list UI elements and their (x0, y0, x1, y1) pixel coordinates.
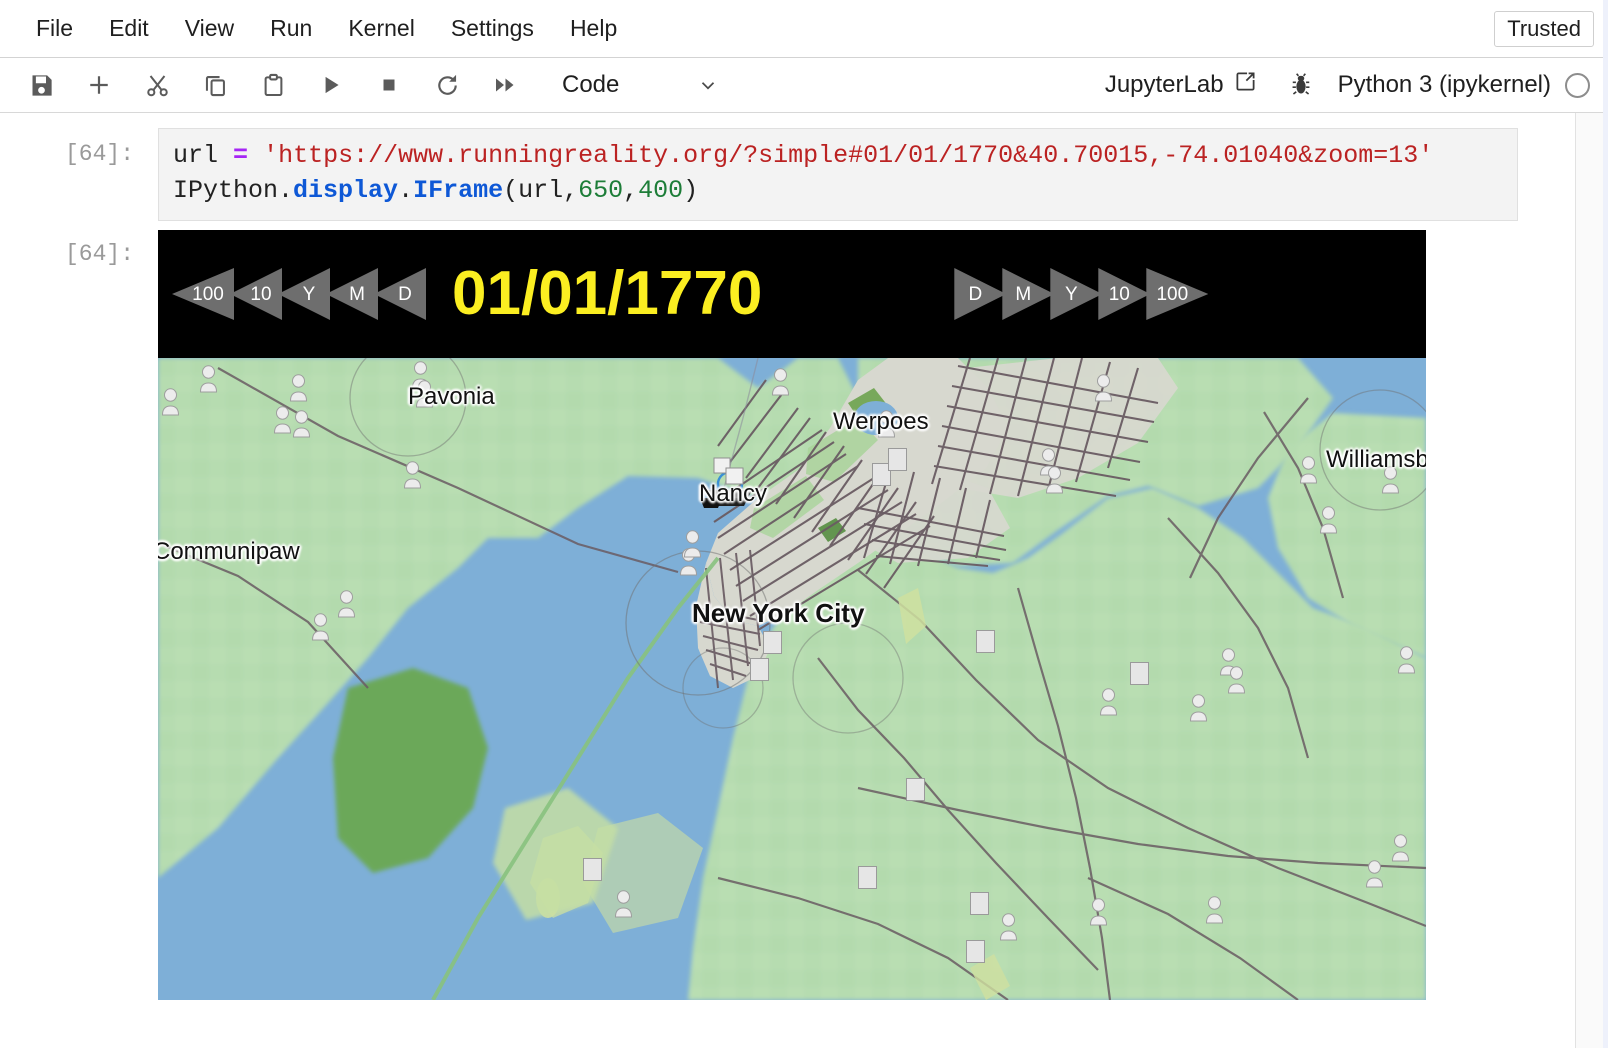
menu-view[interactable]: View (167, 13, 252, 44)
code-operator: = (233, 141, 248, 170)
restart-kernel-button[interactable] (418, 63, 476, 107)
code-fn-iframe: IFrame (413, 176, 503, 205)
menu-bar: File Edit View Run Kernel Settings Help … (0, 0, 1608, 58)
kernel-status-indicator[interactable] (1565, 73, 1590, 98)
restart-run-all-icon (491, 72, 519, 98)
map-canvas (158, 358, 1426, 1000)
code-arg-height: 400 (638, 176, 683, 205)
running-reality-app: 100 10 Y M D 01/01/1770 D M Y 10 1 (158, 230, 1426, 1000)
scrollbar-thumb[interactable] (1582, 115, 1603, 415)
code-attr-display: display (293, 176, 398, 205)
cell-output-iframe[interactable]: 100 10 Y M D 01/01/1770 D M Y 10 1 (158, 230, 1426, 1000)
back-year-button[interactable]: Y (278, 268, 330, 320)
menu-kernel[interactable]: Kernel (330, 13, 432, 44)
forward-100-label: 100 (1156, 285, 1188, 304)
chevron-down-icon (697, 74, 719, 96)
bug-icon (1288, 72, 1314, 98)
open-jupyterlab-button[interactable]: JupyterLab (1099, 65, 1264, 105)
restart-icon (434, 72, 461, 99)
trusted-indicator-wrap: Trusted (1494, 11, 1608, 47)
back-month-button[interactable]: M (326, 268, 378, 320)
forward-100-years-button[interactable]: 100 (1146, 268, 1208, 320)
kernel-name-label[interactable]: Python 3 (ipykernel) (1338, 71, 1565, 99)
code-arg-width: 650 (578, 176, 623, 205)
forward-button-group: D M Y 10 100 (954, 268, 1204, 320)
forward-10-years-button[interactable]: 10 (1098, 268, 1150, 320)
menu-edit[interactable]: Edit (91, 13, 167, 44)
historical-map[interactable]: Pavonia Werpoes Williamsbu Nancy Communi… (158, 358, 1426, 1000)
debugger-button[interactable] (1264, 68, 1338, 102)
menu-file[interactable]: File (18, 13, 91, 44)
rewind-button-group: 100 10 Y M D (172, 268, 422, 320)
input-prompt: [64]: (0, 141, 148, 169)
timeline-toolbar: 100 10 Y M D 01/01/1770 D M Y 10 1 (158, 230, 1426, 358)
back-10-label: 10 (250, 285, 271, 304)
code-module: IPython. (173, 176, 293, 205)
forward-month-label: M (1015, 285, 1031, 304)
back-100-label: 100 (192, 285, 224, 304)
save-icon (28, 72, 55, 99)
back-day-button[interactable]: D (374, 268, 426, 320)
forward-month-button[interactable]: M (1002, 268, 1054, 320)
run-cell-button[interactable] (302, 63, 360, 107)
trusted-badge[interactable]: Trusted (1494, 11, 1594, 47)
stop-icon (377, 73, 401, 97)
code-comma: , (623, 176, 638, 205)
copy-cells-button[interactable] (186, 63, 244, 107)
toolbar-left-group: Code (0, 63, 727, 107)
save-button[interactable] (12, 63, 70, 107)
paste-cells-button[interactable] (244, 63, 302, 107)
notebook-toolbar: Code JupyterLab (0, 58, 1608, 113)
code-line-1: url = 'https://www.runningreality.org/?s… (173, 139, 1505, 174)
code-dot: . (398, 176, 413, 205)
jupyterlab-label: JupyterLab (1105, 71, 1224, 99)
cut-cells-button[interactable] (128, 63, 186, 107)
back-month-label: M (349, 285, 365, 304)
menu-help[interactable]: Help (552, 13, 635, 44)
window-right-edge (1603, 0, 1608, 1048)
forward-10-label: 10 (1109, 285, 1130, 304)
add-cell-button[interactable] (70, 63, 128, 107)
code-open-args: (url, (503, 176, 578, 205)
jupyter-notebook-window: File Edit View Run Kernel Settings Help … (0, 0, 1608, 1048)
notebook-panel: [64]: url = 'https://www.runningreality.… (0, 113, 1608, 1048)
restart-and-run-all-button[interactable] (476, 63, 534, 107)
add-cell-icon (85, 71, 113, 99)
code-close-paren: ) (683, 176, 698, 205)
current-date-display: 01/01/1770 (452, 263, 762, 325)
external-link-icon (1233, 69, 1258, 101)
code-editor[interactable]: url = 'https://www.runningreality.org/?s… (158, 128, 1518, 221)
cell-type-select[interactable]: Code (554, 69, 727, 101)
forward-day-button[interactable]: D (954, 268, 1006, 320)
copy-icon (202, 72, 229, 99)
run-icon (318, 72, 344, 98)
forward-year-label: Y (1065, 285, 1078, 304)
forward-day-label: D (968, 285, 982, 304)
back-year-label: Y (303, 285, 316, 304)
back-day-label: D (398, 285, 412, 304)
cut-icon (144, 72, 171, 99)
interrupt-kernel-button[interactable] (360, 63, 418, 107)
paste-icon (260, 72, 287, 99)
back-10-years-button[interactable]: 10 (230, 268, 282, 320)
code-line-2: IPython.display.IFrame(url,650,400) (173, 174, 1505, 209)
output-prompt: [64]: (0, 241, 148, 269)
menu-bar-items: File Edit View Run Kernel Settings Help (0, 13, 635, 44)
toolbar-right-group: JupyterLab (1099, 65, 1608, 105)
forward-year-button[interactable]: Y (1050, 268, 1102, 320)
menu-settings[interactable]: Settings (433, 13, 552, 44)
menu-run[interactable]: Run (252, 13, 330, 44)
cell-type-value: Code (562, 73, 619, 97)
back-100-years-button[interactable]: 100 (172, 268, 234, 320)
code-variable: url (173, 141, 218, 170)
code-url-string: 'https://www.runningreality.org/?simple#… (263, 141, 1433, 170)
